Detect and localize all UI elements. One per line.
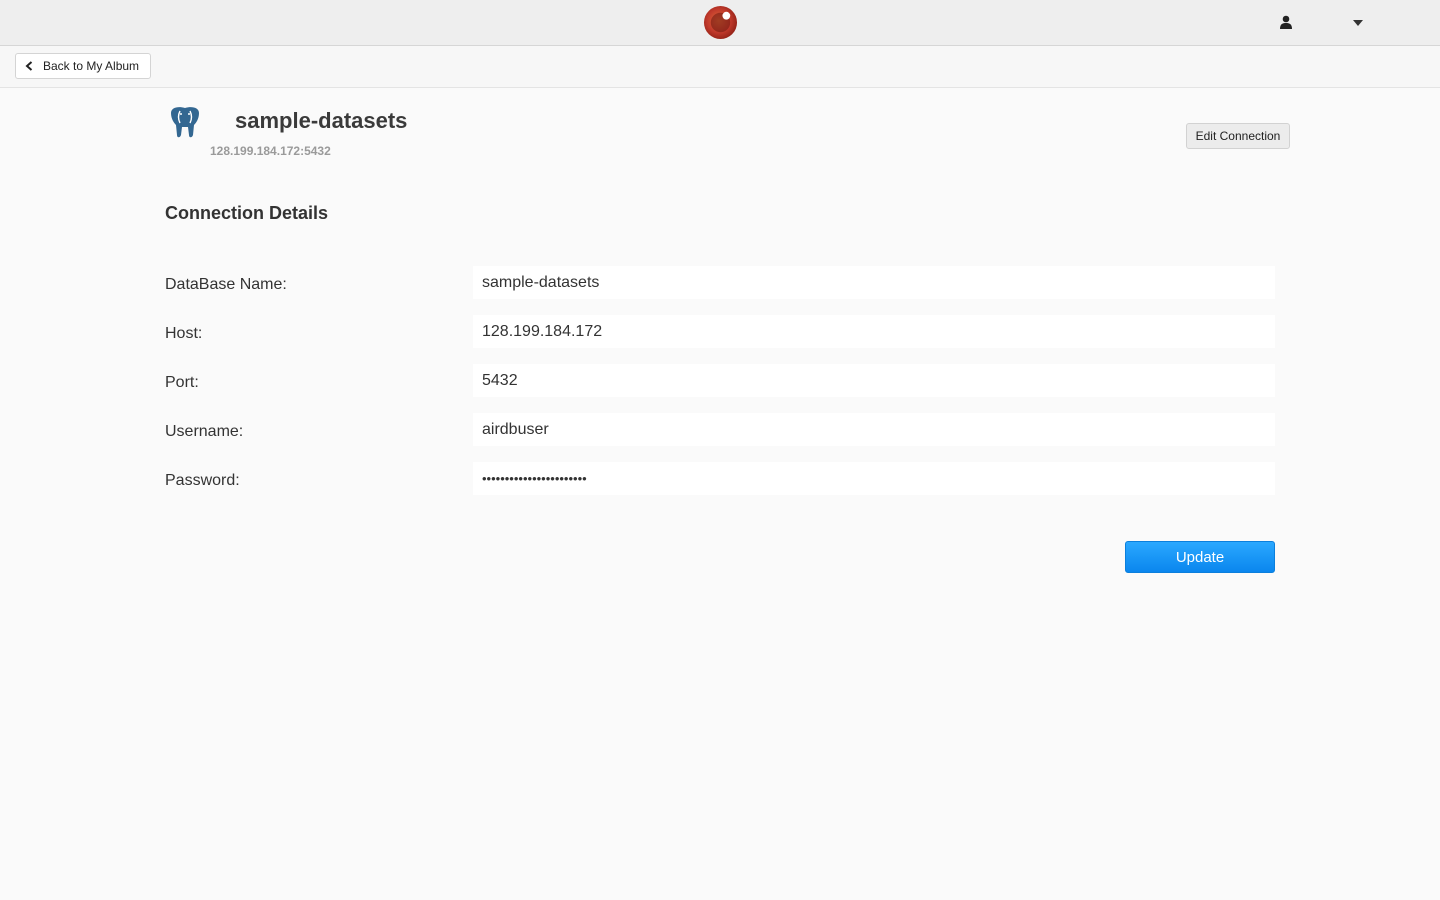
username-input[interactable] [473, 413, 1275, 446]
update-button[interactable]: Update [1125, 541, 1275, 573]
sub-navbar: Back to My Album [0, 46, 1440, 88]
chevron-left-icon [25, 61, 33, 71]
password-label: Password: [165, 472, 240, 489]
edit-connection-button[interactable]: Edit Connection [1186, 123, 1290, 149]
database-name-label: DataBase Name: [165, 276, 287, 293]
database-name-input[interactable] [473, 266, 1275, 299]
connection-address: 128.199.184.172:5432 [210, 144, 331, 158]
port-input[interactable] [473, 364, 1275, 397]
chevron-down-icon[interactable] [1353, 20, 1363, 26]
connection-title: sample-datasets [235, 108, 408, 133]
back-button-label: Back to My Album [43, 59, 140, 73]
host-label: Host: [165, 325, 203, 342]
username-label: Username: [165, 423, 244, 440]
back-to-album-button[interactable]: Back to My Album [15, 53, 151, 79]
password-input[interactable] [473, 462, 1275, 495]
app-logo-icon[interactable] [703, 5, 738, 40]
postgresql-elephant-icon [171, 107, 199, 138]
user-icon[interactable] [1279, 15, 1293, 29]
port-label: Port: [165, 374, 199, 391]
host-input[interactable] [473, 315, 1275, 348]
section-title: Connection Details [165, 203, 329, 223]
top-navbar [0, 0, 1440, 46]
